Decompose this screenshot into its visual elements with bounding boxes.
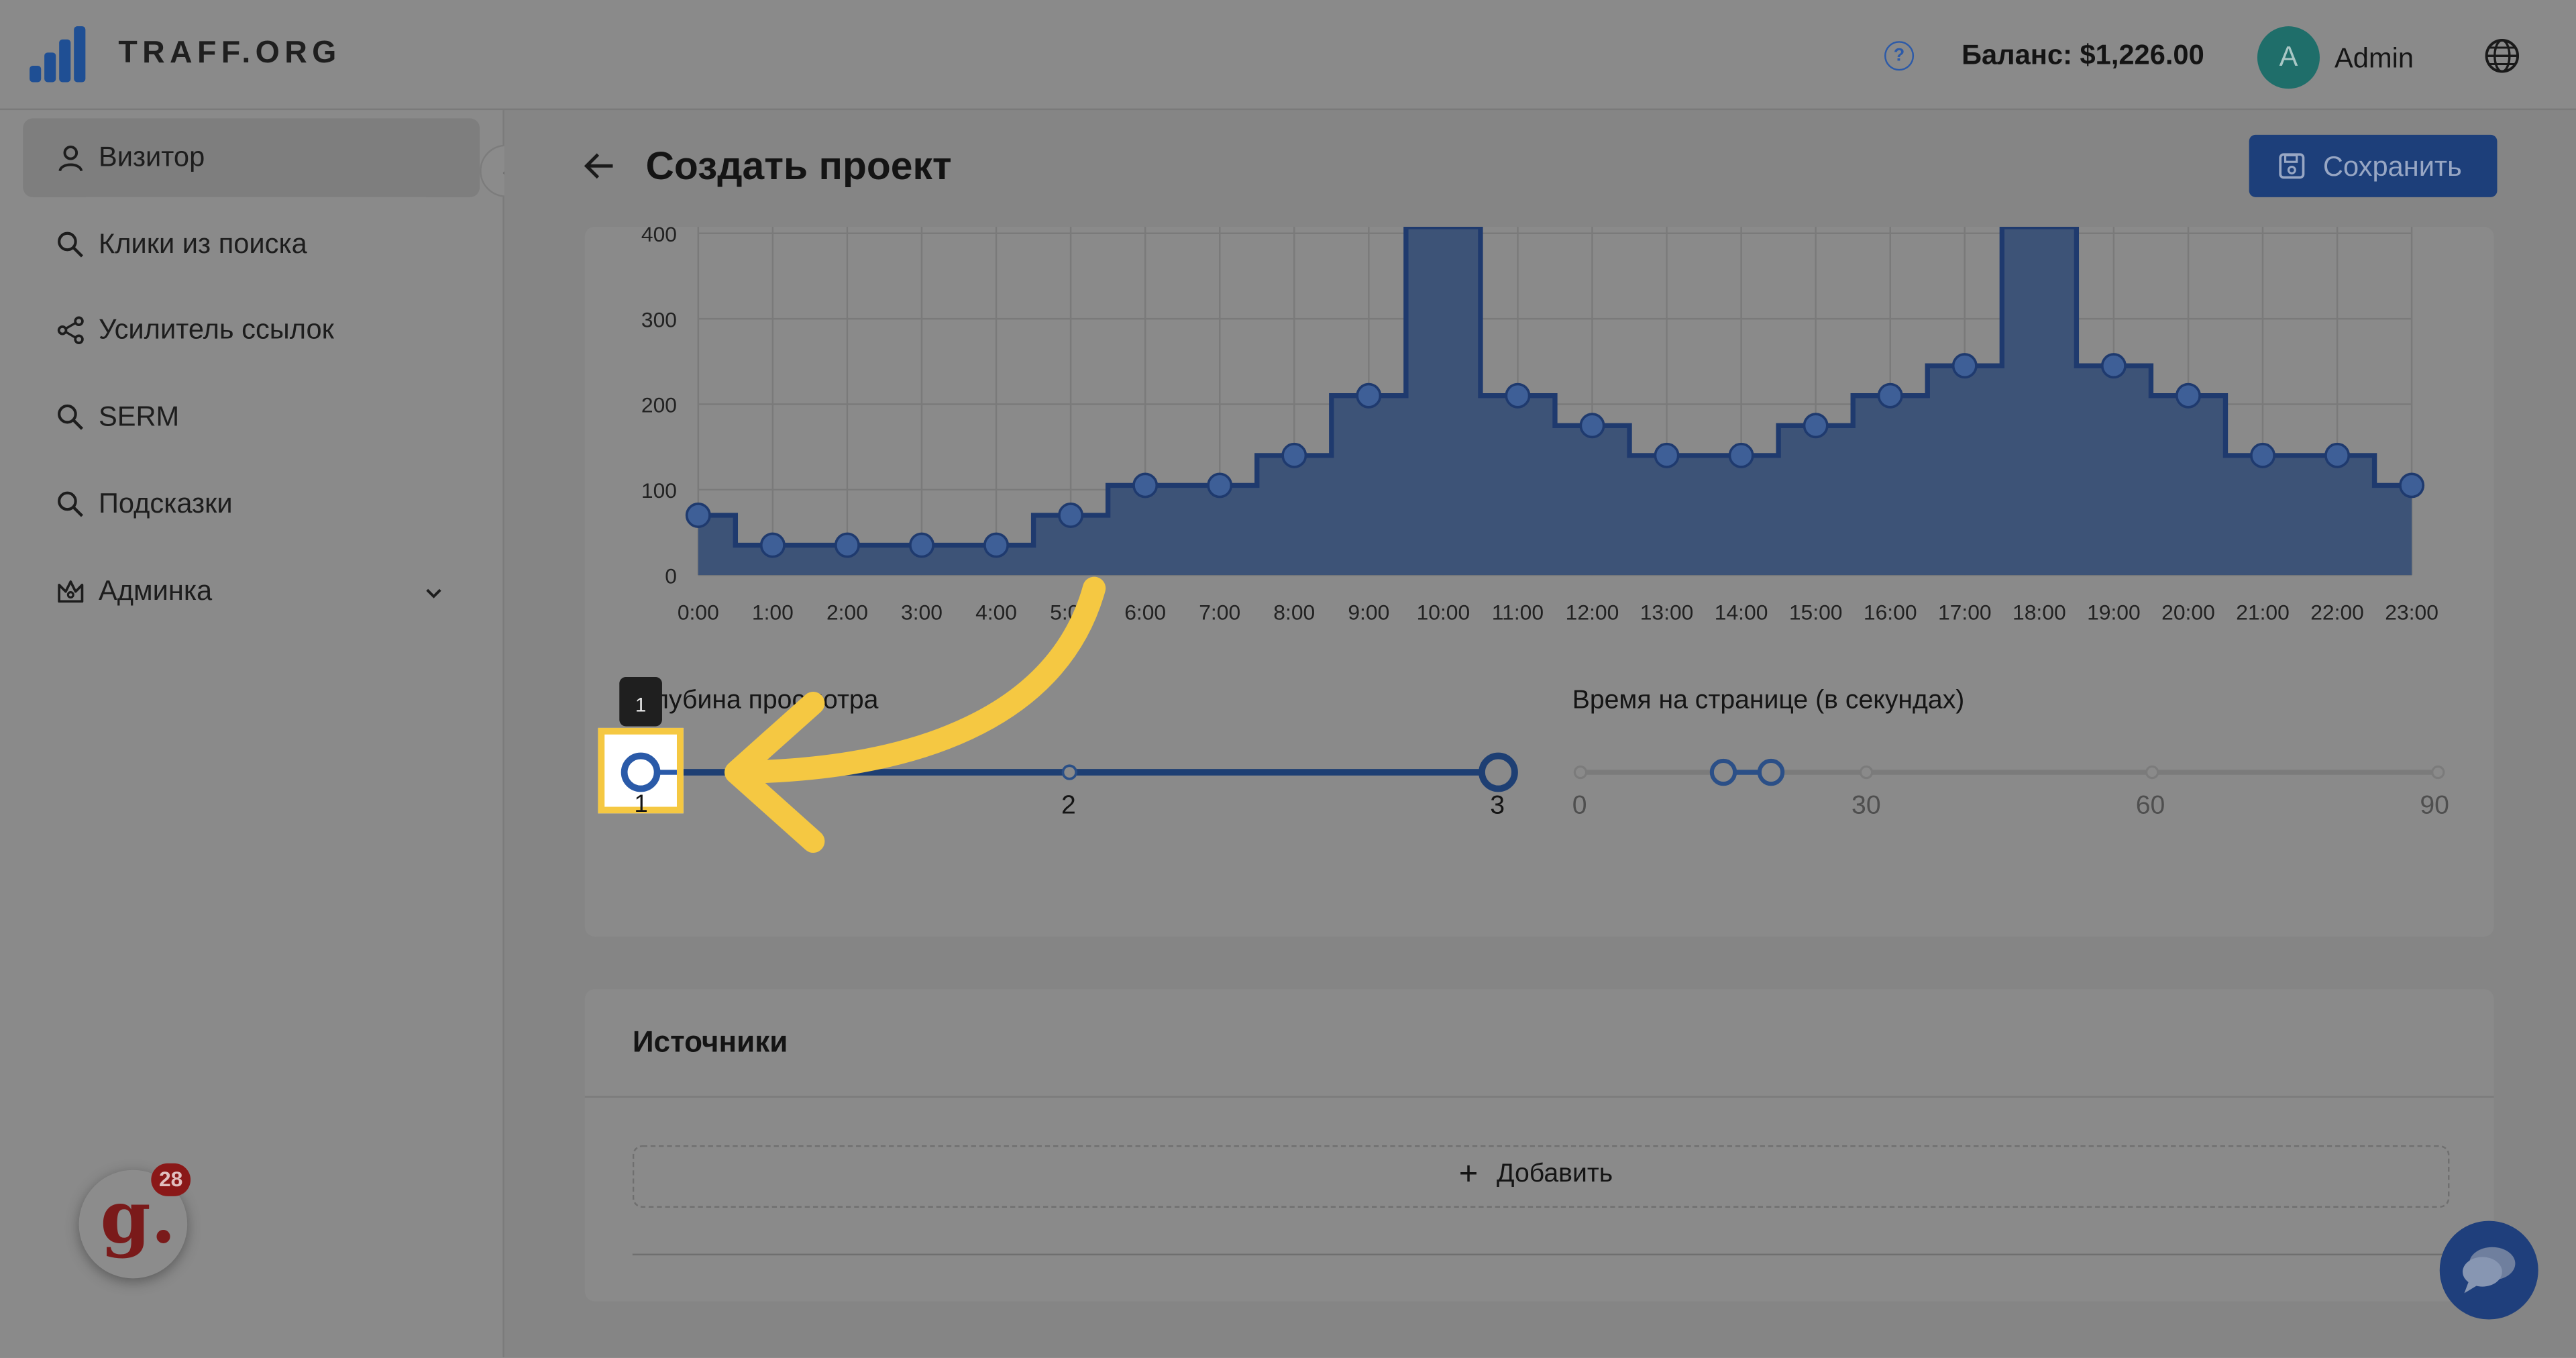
logo-icon[interactable] — [30, 26, 89, 83]
data-point[interactable] — [1803, 413, 1829, 439]
help-icon[interactable]: ? — [1884, 41, 1915, 71]
search-icon — [56, 490, 85, 519]
sidebar-item-4[interactable]: Подсказки — [23, 465, 480, 544]
x-tick-label: 19:00 — [2087, 600, 2141, 624]
sidebar-item-5[interactable]: Админка — [23, 552, 480, 631]
time-tick-0: 0 — [1572, 792, 1587, 821]
x-tick-label: 23:00 — [2385, 600, 2438, 624]
x-tick-label: 12:00 — [1566, 600, 1619, 624]
avatar[interactable]: A — [2257, 26, 2320, 89]
data-point[interactable] — [2324, 442, 2351, 468]
data-point[interactable] — [1579, 413, 1605, 439]
data-point[interactable] — [909, 532, 934, 558]
highlight-box: 1 — [598, 727, 684, 819]
save-button[interactable]: Сохранить — [2249, 134, 2498, 197]
data-point[interactable] — [2175, 382, 2201, 409]
user-icon — [56, 143, 85, 172]
grammar-widget-button[interactable]: g. 28 — [78, 1163, 191, 1279]
sidebar-item-label: Усилитель ссылок — [98, 313, 334, 346]
crown-icon — [56, 577, 85, 607]
data-point[interactable] — [1132, 472, 1159, 499]
x-tick-label: 21:00 — [2236, 600, 2290, 624]
y-tick-label: 400 — [641, 227, 677, 246]
plus-icon: + — [1458, 1157, 1479, 1193]
y-tick-label: 300 — [641, 307, 677, 331]
x-tick-label: 13:00 — [1640, 600, 1694, 624]
brand-name[interactable]: TRAFF.ORG — [118, 36, 341, 72]
sidebar-item-label: Админка — [98, 575, 213, 607]
x-tick-label: 14:00 — [1715, 600, 1768, 624]
x-tick-label: 20:00 — [2161, 600, 2215, 624]
sidebar-item-label: Визитор — [98, 141, 205, 173]
time-tick-30: 30 — [1851, 792, 1881, 821]
search-icon — [56, 403, 85, 432]
data-point[interactable] — [2100, 353, 2127, 379]
divider — [632, 1253, 2447, 1256]
data-point[interactable] — [1207, 472, 1233, 499]
data-point[interactable] — [1058, 503, 1084, 528]
data-point[interactable] — [1654, 442, 1680, 468]
data-point[interactable] — [1951, 353, 1978, 379]
x-tick-label: 10:00 — [1417, 600, 1470, 624]
sources-title: Источники — [632, 1025, 788, 1059]
page-title: Создать проект — [645, 144, 952, 189]
sidebar-item-label: SERM — [98, 401, 180, 433]
sidebar-item-label: Подсказки — [98, 488, 233, 519]
x-tick-label: 9:00 — [1348, 600, 1389, 624]
tutorial-arrow-icon — [724, 576, 1106, 853]
y-tick-label: 0 — [665, 564, 677, 588]
search-icon — [56, 230, 85, 260]
save-button-label: Сохранить — [2322, 151, 2462, 182]
data-point[interactable] — [834, 532, 860, 558]
y-tick-label: 200 — [641, 393, 677, 417]
sidebar-item-1[interactable]: Клики из поиска — [23, 205, 480, 284]
depth-tick-1-inner: 1 — [634, 790, 648, 819]
data-point[interactable] — [2399, 472, 2425, 499]
balance: Баланс: $1,226.00 — [1962, 39, 2204, 71]
depth-tick-3: 3 — [1490, 792, 1505, 821]
chat-button[interactable] — [2439, 1220, 2538, 1320]
data-point[interactable] — [759, 532, 786, 558]
notification-count-badge: 28 — [151, 1163, 191, 1196]
data-point[interactable] — [1505, 382, 1531, 409]
sidebar-item-0[interactable]: Визитор — [23, 118, 480, 197]
data-point[interactable] — [685, 503, 711, 528]
data-point[interactable] — [1877, 382, 1903, 409]
data-point[interactable] — [983, 532, 1010, 558]
save-icon — [2279, 153, 2305, 179]
add-source-button[interactable]: + Добавить — [632, 1145, 2450, 1208]
x-tick-label: 7:00 — [1199, 600, 1240, 624]
time-slider-label: Время на странице (в секундах) — [1572, 686, 1965, 715]
data-point[interactable] — [1281, 442, 1307, 468]
back-arrow-icon[interactable] — [582, 148, 618, 184]
time-tick-90: 90 — [2420, 792, 2449, 821]
username[interactable]: Admin — [2334, 43, 2414, 76]
data-point[interactable] — [2250, 442, 2275, 468]
sidebar-item-2[interactable]: Усилитель ссылок — [23, 291, 480, 370]
globe-icon[interactable] — [2484, 38, 2520, 74]
divider — [584, 1096, 2494, 1098]
x-tick-label: 11:00 — [1492, 600, 1544, 624]
data-point[interactable] — [1356, 382, 1382, 409]
depth-tooltip: 1 — [619, 676, 662, 727]
time-slider[interactable] — [1561, 747, 2465, 796]
x-tick-label: 15:00 — [1789, 600, 1843, 624]
top-bar: TRAFF.ORG ? Баланс: $1,226.00 A Admin — [0, 0, 2576, 111]
chevron-down-icon[interactable] — [424, 578, 443, 598]
x-tick-label: 8:00 — [1273, 600, 1315, 624]
add-source-label: Добавить — [1497, 1159, 1613, 1188]
y-tick-label: 100 — [641, 478, 677, 503]
chat-icon — [2463, 1247, 2516, 1294]
x-tick-label: 22:00 — [2310, 600, 2364, 624]
x-tick-label: 18:00 — [2012, 600, 2066, 624]
share-icon — [56, 315, 85, 345]
time-tick-60: 60 — [2135, 792, 2165, 821]
x-tick-label: 17:00 — [1938, 600, 1992, 624]
sidebar-item-label: Клики из поиска — [98, 228, 307, 260]
data-point[interactable] — [1728, 442, 1754, 468]
sidebar-item-3[interactable]: SERM — [23, 378, 480, 457]
x-tick-label: 16:00 — [1864, 600, 1917, 624]
